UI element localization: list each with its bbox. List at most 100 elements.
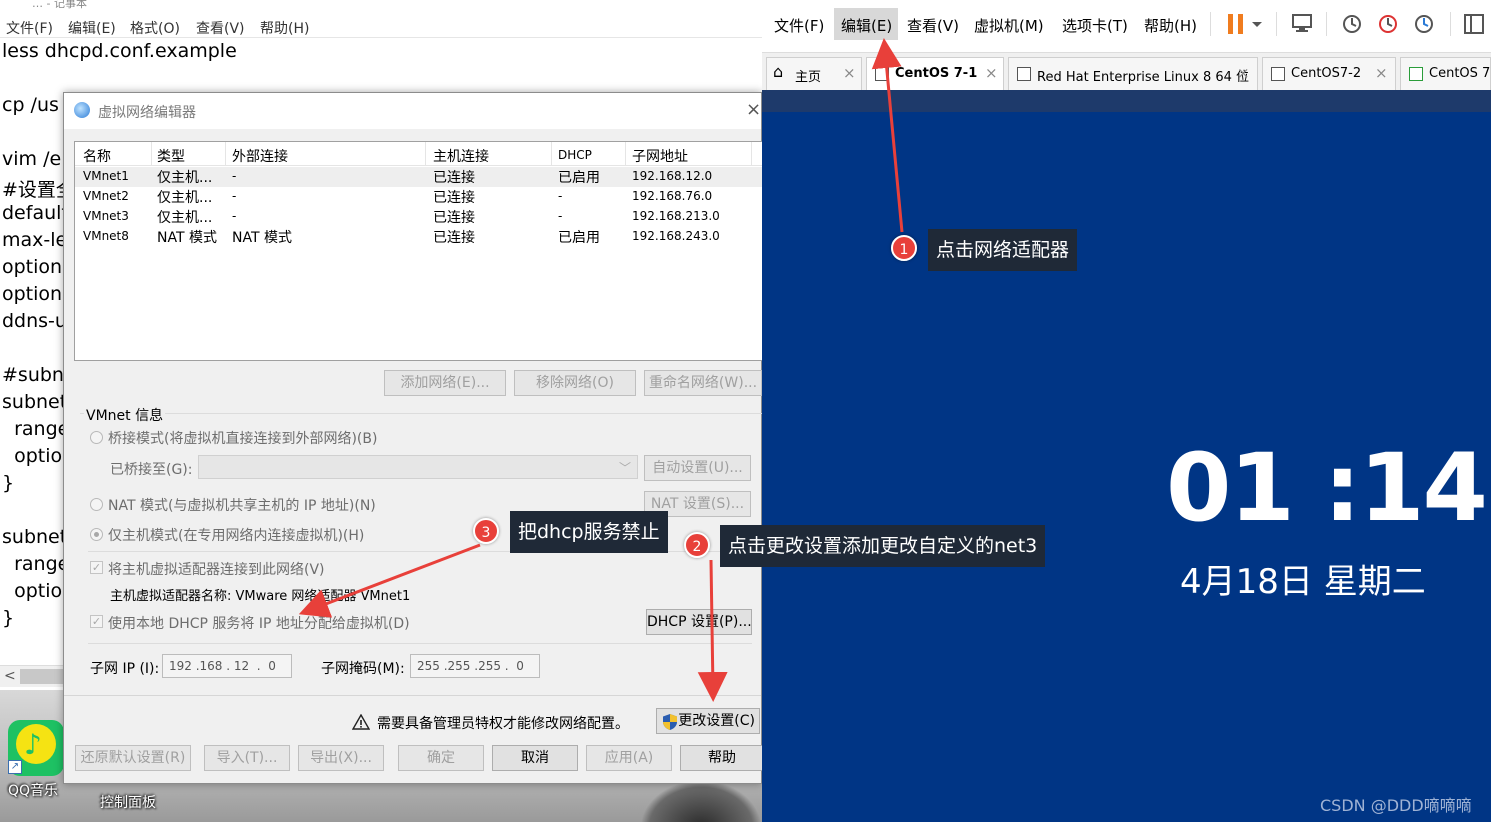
scrollbar-thumb[interactable] <box>20 669 66 684</box>
apply-button[interactable]: 应用(A) <box>586 745 672 771</box>
col-dhcp-header[interactable]: DHCP <box>558 148 592 162</box>
col-divider <box>225 142 226 166</box>
send-ctrl-alt-del-icon[interactable] <box>1290 12 1314 36</box>
close-icon[interactable]: × <box>746 99 761 120</box>
cell-type: 仅主机... <box>157 190 213 206</box>
use-dhcp-checkbox[interactable]: ✓ <box>90 615 103 628</box>
vmware-menu-help[interactable]: 帮助(H) <box>1144 15 1197 36</box>
vmnet-info-label: VMnet 信息 <box>84 405 166 425</box>
cell-host: 已连接 <box>433 190 475 206</box>
annotation-callout-1: 点击网络适配器 <box>928 229 1078 271</box>
cell-subnet: 192.168.243.0 <box>632 229 720 243</box>
notepad-menu-help[interactable]: 帮助(H) <box>260 18 309 38</box>
cell-dhcp: 已启用 <box>558 230 600 246</box>
cell-name: VMnet8 <box>83 229 129 243</box>
cell-name: VMnet3 <box>83 209 129 223</box>
notepad-menu-view[interactable]: 查看(V) <box>196 18 245 38</box>
vm-icon <box>875 67 889 81</box>
sidebar-toggle-icon[interactable] <box>1462 12 1486 36</box>
table-row[interactable]: VMnet1 仅主机... - 已连接 已启用 192.168.12.0 <box>75 167 762 187</box>
annotation-callout-3: 把dhcp服务禁止 <box>510 511 668 553</box>
globe-network-icon <box>74 102 90 118</box>
col-name-header[interactable]: 名称 <box>83 146 111 166</box>
text-line: range <box>2 553 70 575</box>
notepad-horizontal-scrollbar[interactable]: < <box>0 665 66 687</box>
subnet-mask-field[interactable]: 255 .255 .255 . 0 <box>410 654 540 678</box>
col-subnet-header[interactable]: 子网地址 <box>632 146 688 166</box>
add-network-button[interactable]: 添加网络(E)... <box>384 370 506 396</box>
remove-network-button[interactable]: 移除网络(O) <box>514 370 636 396</box>
snapshot-manager-icon[interactable] <box>1412 12 1436 36</box>
ok-button[interactable]: 确定 <box>398 745 484 771</box>
restore-defaults-button[interactable]: 还原默认设置(R) <box>75 745 191 771</box>
help-button[interactable]: 帮助 <box>680 745 764 771</box>
notepad-menu-format[interactable]: 格式(O) <box>130 18 180 38</box>
table-row[interactable]: VMnet3 仅主机... - 已连接 - 192.168.213.0 <box>75 207 762 227</box>
notepad-menu-edit[interactable]: 编辑(E) <box>68 18 116 38</box>
col-external-header[interactable]: 外部连接 <box>232 146 288 166</box>
dhcp-settings-button[interactable]: DHCP 设置(P)... <box>646 609 752 635</box>
note-glyph: ♪ <box>24 728 42 761</box>
vmware-menu-bar: 文件(F) 编辑(E) 查看(V) 虚拟机(M) 选项卡(T) 帮助(H) <box>762 0 1491 48</box>
nat-mode-label[interactable]: NAT 模式(与虚拟机共享主机的 IP 地址)(N) <box>108 495 376 515</box>
cell-type: 仅主机... <box>157 210 213 226</box>
divider <box>64 695 761 696</box>
connect-adapter-checkbox[interactable]: ✓ <box>90 561 103 574</box>
cell-subnet: 192.168.12.0 <box>632 169 713 183</box>
auto-settings-button[interactable]: 自动设置(U)... <box>644 455 751 481</box>
bridged-to-select[interactable]: ﹀ <box>198 455 638 479</box>
vmware-menu-edit[interactable]: 编辑(E) <box>841 15 892 36</box>
col-host-header[interactable]: 主机连接 <box>433 146 489 166</box>
tab-centos-7-1[interactable]: CentOS 7-1 × <box>866 57 1004 92</box>
tab-home[interactable]: ⌂ 主页 × <box>766 57 862 91</box>
subnet-mask-label: 子网掩码(M): <box>321 661 405 677</box>
qq-music-label[interactable]: QQ音乐 <box>8 780 58 800</box>
tab-centos7-2[interactable]: CentOS7-2 × <box>1262 57 1396 91</box>
scroll-left-icon[interactable]: < <box>4 668 16 684</box>
control-panel-label[interactable]: 控制面板 <box>100 792 156 812</box>
close-icon[interactable]: × <box>1375 64 1388 82</box>
toolbar-separator <box>1210 12 1211 36</box>
vmware-menu-view[interactable]: 查看(V) <box>907 15 959 36</box>
tab-label: 主页 <box>795 70 822 85</box>
virtual-network-editor-dialog: 虚拟网络编辑器 × 名称 类型 外部连接 主机连接 DHCP 子网地址 VMne… <box>63 92 764 784</box>
rename-network-button[interactable]: 重命名网络(W)... <box>644 370 762 396</box>
text-line: option <box>2 283 63 305</box>
subnet-ip-field[interactable]: 192 .168 . 12 . 0 <box>162 654 292 678</box>
cell-type: NAT 模式 <box>157 230 217 246</box>
vmware-menu-file[interactable]: 文件(F) <box>774 15 824 36</box>
import-button[interactable]: 导入(T)... <box>204 745 290 771</box>
close-icon[interactable]: × <box>1237 64 1250 82</box>
tab-centos-7-more[interactable]: CentOS 7- <box>1400 57 1491 91</box>
connect-adapter-label[interactable]: 将主机虚拟适配器连接到此网络(V) <box>108 559 325 579</box>
cell-host: 已连接 <box>433 230 475 246</box>
export-button[interactable]: 导出(X)... <box>298 745 384 771</box>
nat-mode-radio[interactable] <box>90 498 103 511</box>
bridge-mode-radio[interactable] <box>90 431 103 444</box>
cell-type: 仅主机... <box>157 170 213 186</box>
revert-snapshot-icon[interactable] <box>1376 12 1400 36</box>
cancel-button[interactable]: 取消 <box>492 745 578 771</box>
pause-icon[interactable] <box>1224 12 1248 36</box>
annotation-callout-2: 点击更改设置添加更改自定义的net3 <box>720 525 1046 567</box>
notepad-menu-file[interactable]: 文件(F) <box>6 18 53 38</box>
text-line: max-le <box>2 229 68 251</box>
host-only-mode-radio[interactable] <box>90 528 103 541</box>
vmware-menu-tabs[interactable]: 选项卡(T) <box>1062 15 1128 36</box>
table-row[interactable]: VMnet2 仅主机... - 已连接 - 192.168.76.0 <box>75 187 762 207</box>
snapshot-icon[interactable] <box>1340 12 1364 36</box>
use-dhcp-label[interactable]: 使用本地 DHCP 服务将 IP 地址分配给虚拟机(D) <box>108 613 410 633</box>
host-only-mode-label[interactable]: 仅主机模式(在专用网络内连接虚拟机)(H) <box>108 525 364 545</box>
col-type-header[interactable]: 类型 <box>157 146 185 166</box>
qq-music-icon[interactable]: ♪ ↗ <box>8 720 64 776</box>
close-icon[interactable]: × <box>843 64 856 82</box>
vm-console-screen[interactable]: 01 :14 4月18日 星期二 CSDN @DDD嘀嘀嘀 <box>762 112 1491 822</box>
table-row[interactable]: VMnet8 NAT 模式 NAT 模式 已连接 已启用 192.168.243… <box>75 227 762 247</box>
close-icon[interactable]: × <box>985 64 998 82</box>
chevron-down-icon[interactable] <box>1250 12 1264 36</box>
vmware-menu-vm[interactable]: 虚拟机(M) <box>974 15 1044 36</box>
subnet-ip-label: 子网 IP (I): <box>90 661 160 677</box>
shortcut-arrow-icon: ↗ <box>8 760 22 774</box>
bridge-mode-label[interactable]: 桥接模式(将虚拟机直接连接到外部网络)(B) <box>108 428 377 448</box>
tab-rhel-8[interactable]: Red Hat Enterprise Linux 8 64 位 × <box>1008 57 1258 91</box>
